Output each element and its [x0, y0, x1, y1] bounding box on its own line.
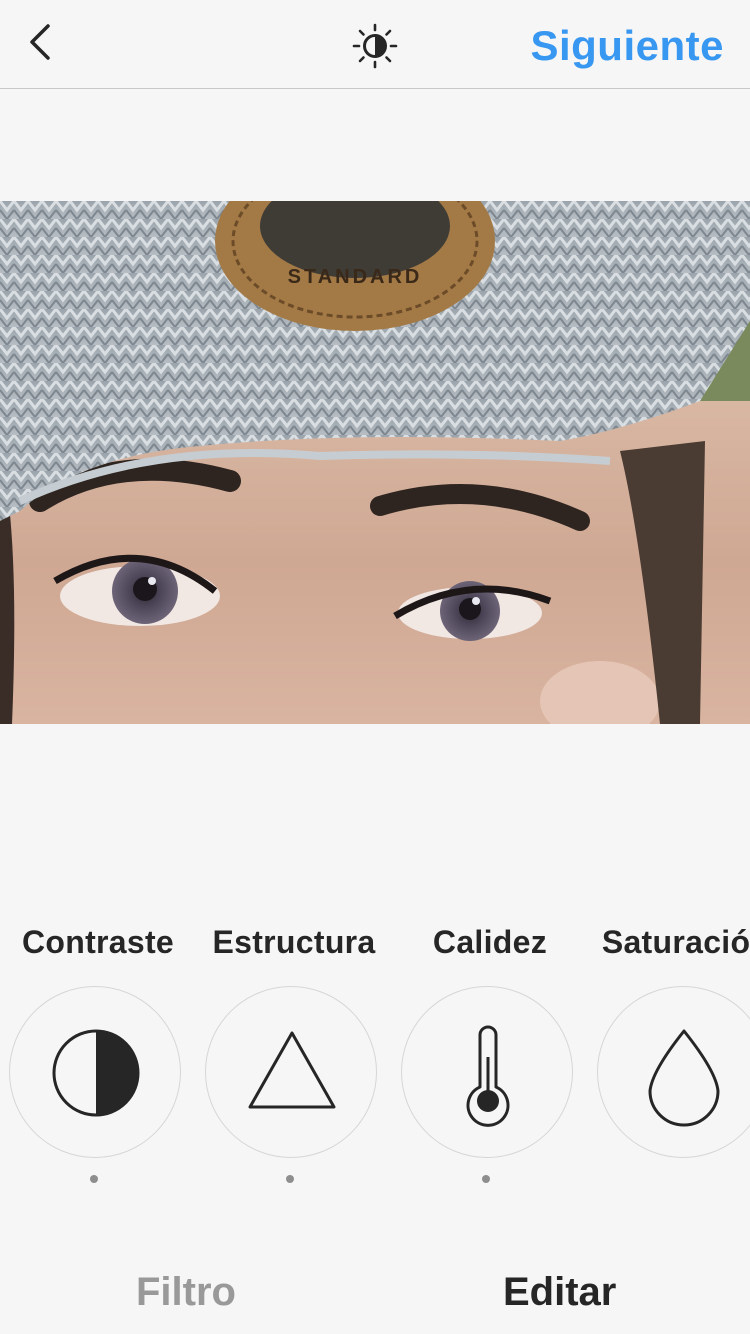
- droplet-icon: [648, 1029, 720, 1127]
- tool-warmth-button[interactable]: [401, 986, 573, 1158]
- tool-warmth[interactable]: Calidez: [392, 910, 588, 1190]
- chevron-left-icon: [30, 24, 50, 60]
- tab-edit[interactable]: Editar: [503, 1266, 616, 1318]
- triangle-icon: [248, 1031, 336, 1109]
- tool-saturation-button[interactable]: [597, 986, 750, 1158]
- tool-label: Saturación: [601, 924, 750, 960]
- back-button[interactable]: [22, 18, 62, 66]
- tool-indicator-dot: [90, 1175, 98, 1183]
- top-navigation-bar: Siguiente: [0, 0, 750, 89]
- photo-preview: STANDARD: [0, 201, 750, 724]
- tool-structure-button[interactable]: [205, 986, 377, 1158]
- tab-filter[interactable]: Filtro: [136, 1266, 236, 1318]
- edit-tools-row: Contraste Estructura Calidez Saturació: [0, 910, 750, 1200]
- tool-contrast[interactable]: Contraste: [0, 910, 196, 1190]
- tool-saturation[interactable]: Saturación: [588, 910, 750, 1190]
- tool-structure[interactable]: Estructura: [196, 910, 392, 1190]
- bottom-tab-bar: Filtro Editar: [0, 1250, 750, 1334]
- contrast-icon: [52, 1029, 140, 1117]
- hat-badge-text: STANDARD: [288, 266, 423, 288]
- lux-brightness-icon: [352, 23, 398, 69]
- tool-indicator-dot: [286, 1175, 294, 1183]
- lux-button[interactable]: [350, 22, 400, 70]
- tool-label: Calidez: [432, 924, 548, 960]
- thermometer-icon: [466, 1025, 510, 1127]
- tool-contrast-button[interactable]: [9, 986, 181, 1158]
- tool-label: Estructura: [212, 924, 376, 960]
- tool-indicator-dot: [482, 1175, 490, 1183]
- next-button[interactable]: Siguiente: [530, 20, 724, 72]
- tool-label: Contraste: [21, 924, 175, 960]
